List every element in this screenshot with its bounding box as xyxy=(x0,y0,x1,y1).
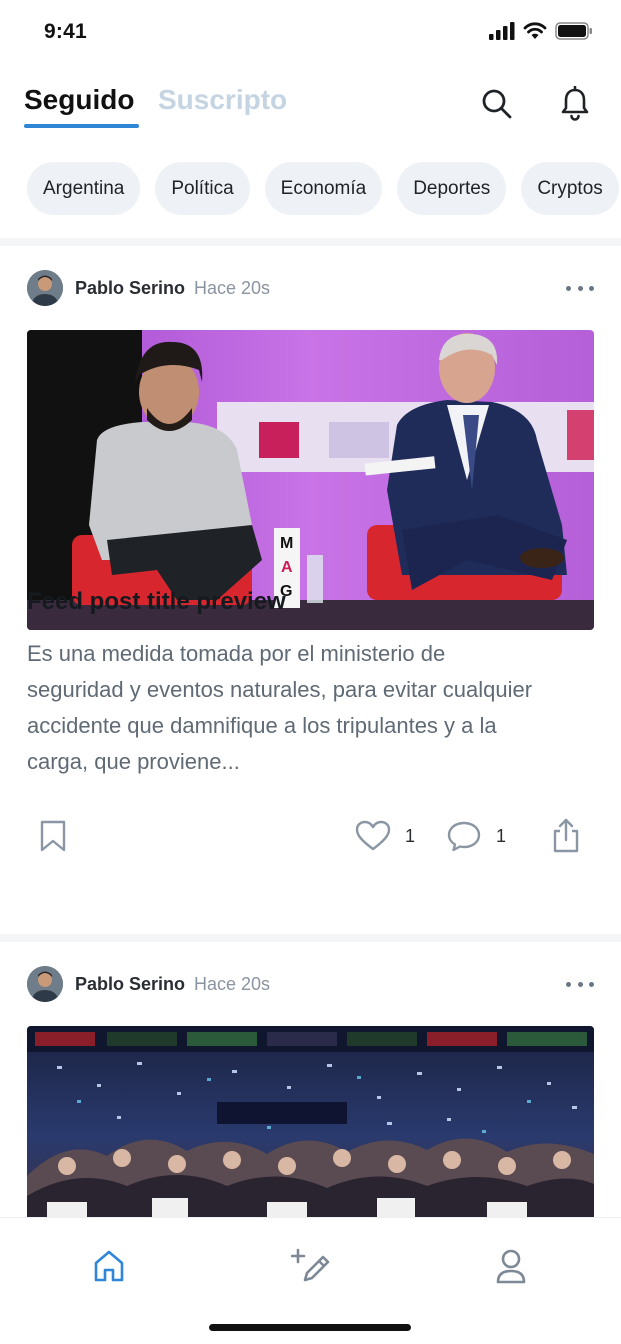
search-button[interactable] xyxy=(477,84,517,124)
chip-cryptos[interactable]: Cryptos xyxy=(521,162,619,215)
svg-text:A: A xyxy=(281,559,293,576)
category-chips: Argentina Política Economía Deportes Cry… xyxy=(27,162,619,215)
comment-icon xyxy=(447,821,481,852)
home-indicator[interactable] xyxy=(209,1324,411,1331)
comment-button[interactable]: 1 xyxy=(446,816,506,856)
wifi-icon xyxy=(523,22,547,39)
post-author[interactable]: Pablo Serino xyxy=(75,974,185,995)
tab-suscripto[interactable]: Suscripto xyxy=(158,84,287,116)
avatar[interactable] xyxy=(27,270,63,306)
home-icon xyxy=(94,1250,124,1282)
heart-icon xyxy=(355,820,391,851)
post-header: Pablo Serino Hace 20s xyxy=(27,270,594,306)
nav-profile[interactable] xyxy=(487,1242,535,1290)
post-body[interactable]: Es una medida tomada por el ministerio d… xyxy=(27,636,547,780)
svg-text:M: M xyxy=(280,535,293,552)
status-time: 9:41 xyxy=(44,20,87,43)
status-icons xyxy=(489,22,593,40)
like-button[interactable]: 1 xyxy=(355,816,415,856)
bookmark-button[interactable] xyxy=(39,816,67,856)
like-count: 1 xyxy=(405,825,416,846)
share-icon xyxy=(553,818,579,853)
section-divider xyxy=(0,238,621,246)
header: Seguido Suscripto xyxy=(24,80,597,132)
post-divider xyxy=(0,934,621,942)
chip-politica[interactable]: Política xyxy=(155,162,250,215)
active-tab-indicator xyxy=(24,124,139,128)
tab-seguido[interactable]: Seguido xyxy=(24,84,134,116)
nav-home[interactable] xyxy=(85,1242,133,1290)
share-button[interactable] xyxy=(552,816,580,856)
more-options-icon[interactable] xyxy=(566,972,594,996)
profile-icon xyxy=(496,1249,526,1284)
chip-deportes[interactable]: Deportes xyxy=(397,162,507,215)
feed-post: Pablo Serino Hace 20s xyxy=(0,966,621,1217)
bookmark-icon xyxy=(40,820,66,852)
comment-count: 1 xyxy=(496,825,507,846)
nav-compose[interactable] xyxy=(287,1242,335,1290)
post-author[interactable]: Pablo Serino xyxy=(75,278,185,299)
chip-argentina[interactable]: Argentina xyxy=(27,162,141,215)
notifications-button[interactable] xyxy=(555,84,595,124)
feed-post: Pablo Serino Hace 20s xyxy=(0,270,621,930)
more-options-icon[interactable] xyxy=(566,276,594,300)
post-image[interactable]: M A G xyxy=(27,330,594,630)
post-time: Hace 20s xyxy=(194,278,271,298)
post-title[interactable]: Feed post title preview xyxy=(27,588,286,616)
chip-economia[interactable]: Economía xyxy=(264,162,383,215)
post-time: Hace 20s xyxy=(194,974,271,994)
compose-icon xyxy=(291,1248,330,1282)
cellular-signal-icon xyxy=(489,22,515,40)
status-bar: 9:41 xyxy=(0,0,621,64)
post-actions: 1 1 xyxy=(27,816,594,856)
post-image[interactable] xyxy=(27,1026,594,1217)
post-header: Pablo Serino Hace 20s xyxy=(27,966,594,1002)
search-icon xyxy=(482,89,512,119)
bell-icon xyxy=(561,86,589,121)
avatar[interactable] xyxy=(27,966,63,1002)
battery-icon xyxy=(555,22,592,40)
